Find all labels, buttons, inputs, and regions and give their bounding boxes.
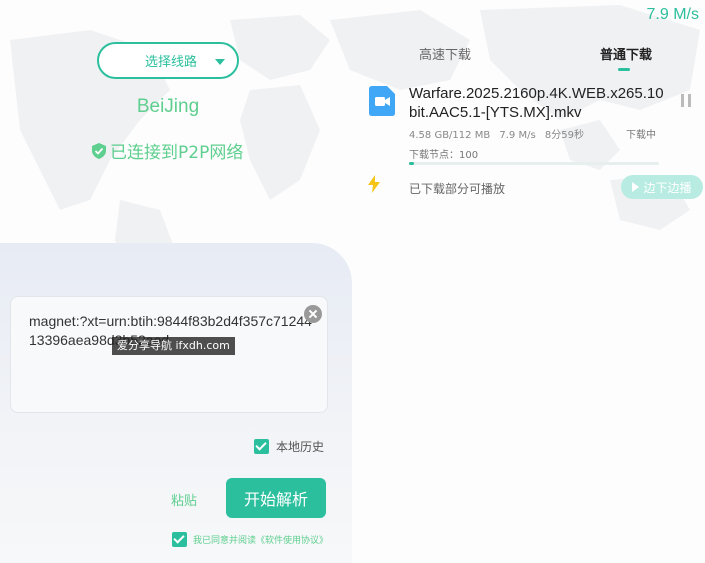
download-task[interactable]: Warfare.2025.2160p.4K.WEB.x265.10bit.AAC… <box>368 84 698 165</box>
active-tab-indicator <box>618 68 630 71</box>
task-status: 下载中 <box>626 130 656 141</box>
play-row: 已下载部分可播放 边下边播 <box>368 172 703 202</box>
task-meta: 4.58 GB/112 MB 7.9 M/s 8分59秒 <box>409 126 590 141</box>
play-icon <box>632 182 640 192</box>
clear-icon[interactable] <box>304 305 322 323</box>
stream-play-button[interactable]: 边下边播 <box>621 175 703 199</box>
task-eta: 8分59秒 <box>544 130 584 141</box>
video-file-icon <box>369 86 395 116</box>
local-history-toggle[interactable]: 本地历史 <box>254 438 324 455</box>
checkbox-checked-icon[interactable] <box>254 439 269 454</box>
city-name: BeiJing <box>136 96 200 117</box>
route-select[interactable]: 选择线路 <box>97 42 239 79</box>
play-hint: 已下载部分可播放 <box>409 182 506 196</box>
total-speed: 7.9 M/s <box>646 6 699 23</box>
task-size: 4.58 GB/112 MB <box>409 130 491 141</box>
paste-button[interactable]: 粘贴 <box>171 490 197 509</box>
pause-icon[interactable] <box>681 94 693 108</box>
start-parse-label: 开始解析 <box>243 490 308 509</box>
download-tabs: 高速下载 普通下载 <box>390 40 700 71</box>
route-select-label: 选择线路 <box>144 55 197 70</box>
lightning-icon <box>368 175 380 193</box>
progress-bar <box>409 162 659 165</box>
file-name: Warfare.2025.2160p.4K.WEB.x265.10bit.AAC… <box>409 85 664 121</box>
agreement-toggle[interactable]: 我已同意并阅读《软件使用协议》 <box>172 532 328 547</box>
stream-play-label: 边下边播 <box>643 180 692 195</box>
task-speed: 7.9 M/s <box>499 130 536 141</box>
connection-status-text: 已连接到P2P网络 <box>110 143 244 163</box>
checkbox-checked-icon[interactable] <box>172 532 187 547</box>
shield-check-icon <box>92 142 106 159</box>
start-parse-button[interactable]: 开始解析 <box>226 478 326 518</box>
chevron-down-icon <box>215 59 225 65</box>
progress-fill <box>409 162 414 165</box>
local-history-label: 本地历史 <box>276 440 325 454</box>
task-nodes: 下载节点：100 <box>409 150 479 161</box>
watermark-label: 爱分享导航 ifxdh.com <box>112 337 235 355</box>
connection-status: 已连接到P2P网络 <box>92 138 243 163</box>
agreement-label: 我已同意并阅读《软件使用协议》 <box>193 536 329 546</box>
tab-normal-download[interactable]: 普通下载 <box>600 44 652 63</box>
tab-fast-download[interactable]: 高速下载 <box>419 44 471 63</box>
